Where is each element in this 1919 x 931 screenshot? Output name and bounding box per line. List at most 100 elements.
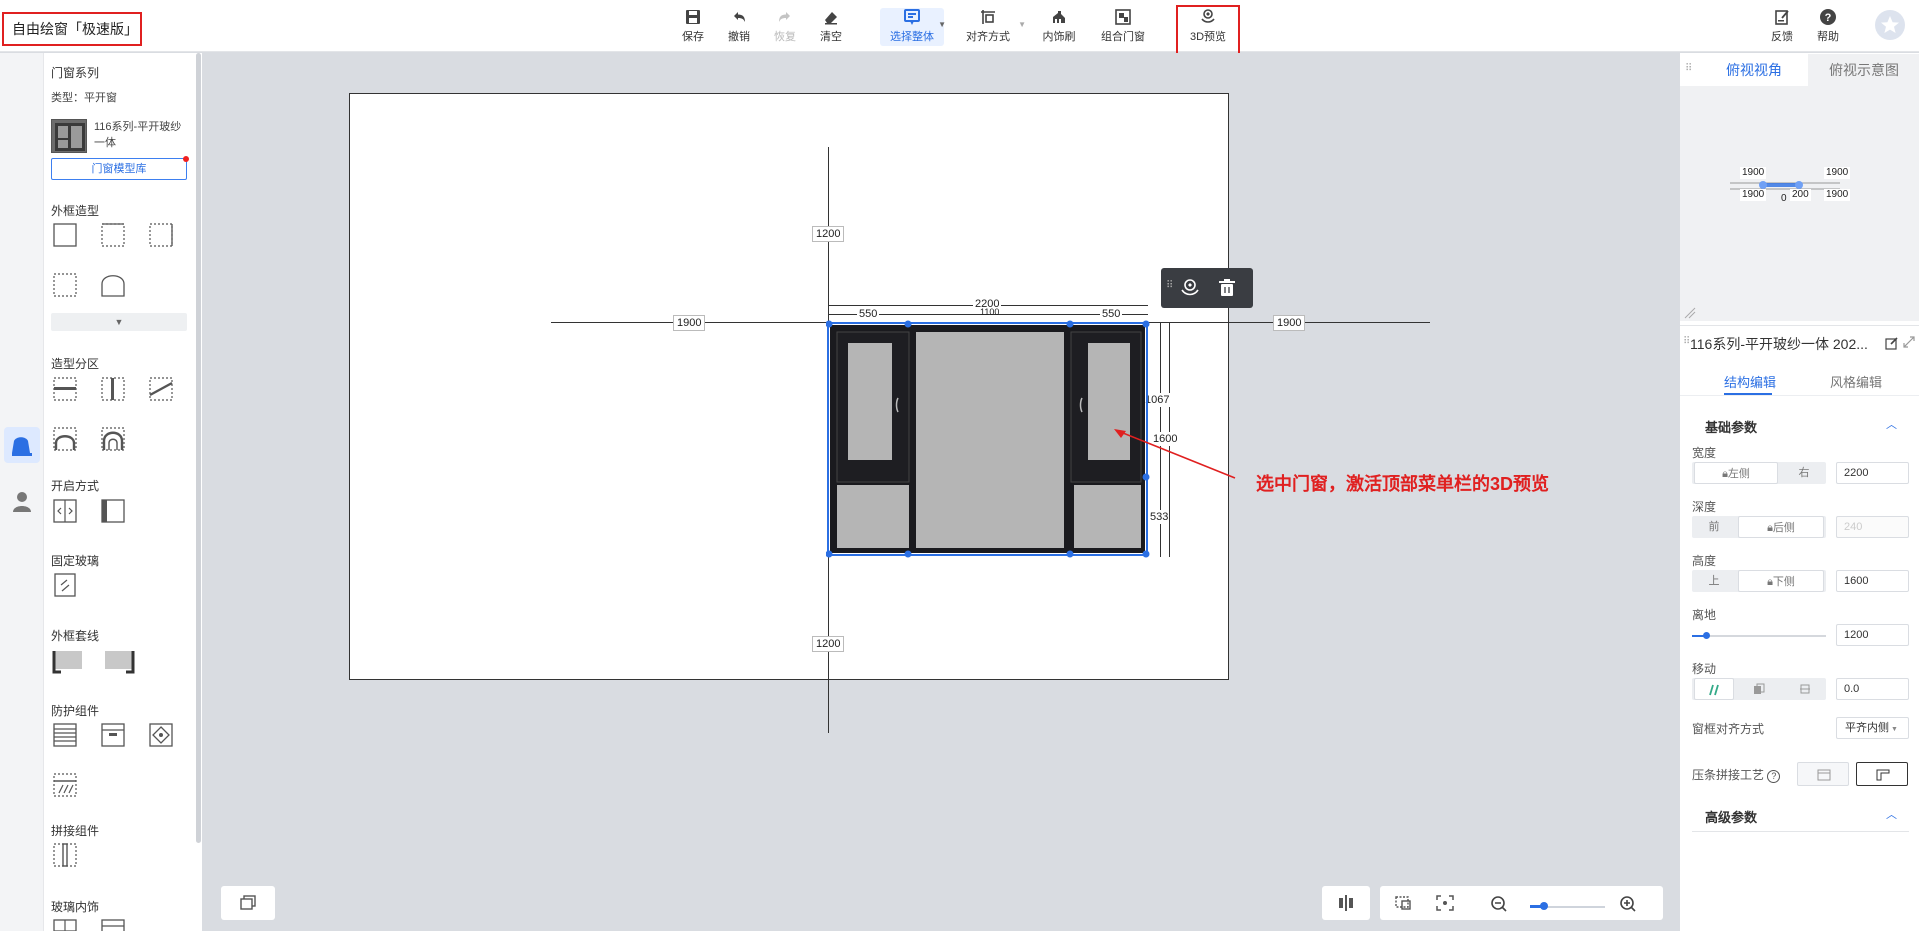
bead-craft-option-b[interactable] bbox=[1856, 762, 1908, 786]
move-mode-toggle[interactable] bbox=[1692, 678, 1826, 700]
frame-align-select[interactable]: 平齐内侧 ▼ bbox=[1836, 717, 1909, 739]
chevron-up-icon[interactable]: ︿ bbox=[1886, 416, 1897, 432]
user-tab[interactable] bbox=[8, 488, 36, 516]
trim-left-icon[interactable] bbox=[51, 647, 85, 675]
float-3d-icon[interactable] bbox=[1179, 277, 1201, 299]
rect-frame-right-icon[interactable] bbox=[147, 221, 175, 249]
expand-icon[interactable] bbox=[1903, 336, 1915, 348]
dim-bottom-height[interactable]: 1200 bbox=[812, 636, 845, 652]
avatar[interactable] bbox=[1875, 10, 1905, 40]
dim-right-sash[interactable]: 550 bbox=[1100, 307, 1123, 321]
diagonal-split-icon[interactable] bbox=[147, 375, 175, 403]
chevron-down-icon[interactable]: ▼ bbox=[1018, 20, 1026, 29]
bead-craft-option-a[interactable] bbox=[1797, 762, 1849, 786]
grid-deco-icon[interactable] bbox=[51, 917, 79, 931]
save-button[interactable]: 保存 bbox=[670, 8, 716, 46]
depth-input[interactable]: 240 bbox=[1836, 516, 1909, 538]
elevation-slider[interactable] bbox=[1692, 635, 1826, 637]
tab-style-edit[interactable]: 风格编辑 bbox=[1830, 372, 1882, 391]
dim-left-width[interactable]: 1900 bbox=[673, 315, 706, 331]
width-anchor-right[interactable]: 右 bbox=[1782, 462, 1826, 484]
tab-top-diagram[interactable]: 俯视示意图 bbox=[1810, 54, 1918, 86]
drag-handle-icon[interactable]: ⠿ bbox=[1166, 280, 1173, 291]
top-view-minimap[interactable]: 1900 1900 1900 200 1900 0 bbox=[1680, 86, 1919, 321]
arch-frame-icon[interactable] bbox=[99, 271, 127, 299]
help-button[interactable]: ? 帮助 bbox=[1808, 8, 1848, 46]
move-input[interactable]: 0.0 bbox=[1836, 678, 1909, 700]
sliding-open-icon[interactable] bbox=[51, 497, 79, 525]
model-library-button[interactable]: 门窗模型库 bbox=[51, 158, 187, 180]
chevron-up-icon[interactable]: ︿ bbox=[1886, 806, 1897, 822]
edit-icon[interactable] bbox=[1885, 336, 1899, 350]
rect-frame-dashed-icon[interactable] bbox=[99, 221, 127, 249]
trim-right-icon[interactable] bbox=[102, 647, 136, 675]
vertical-split-icon[interactable] bbox=[99, 375, 127, 403]
layers-button[interactable] bbox=[221, 886, 275, 920]
zoom-in-icon[interactable] bbox=[1619, 895, 1637, 913]
left-lower-glass[interactable] bbox=[837, 485, 909, 548]
star-icon bbox=[1881, 16, 1899, 33]
expand-shapes-button[interactable]: ▼ bbox=[51, 313, 187, 331]
width-anchor-toggle[interactable]: 🔒︎左侧 右 bbox=[1692, 462, 1826, 484]
undo-button[interactable]: 撤销 bbox=[716, 8, 762, 46]
move-copy-option[interactable] bbox=[1738, 678, 1780, 700]
advanced-params-title[interactable]: 高级参数 bbox=[1705, 807, 1757, 826]
splice-icon[interactable] bbox=[51, 841, 79, 869]
dim-top-height[interactable]: 1200 bbox=[812, 226, 845, 242]
depth-anchor-front[interactable]: 前 bbox=[1694, 516, 1734, 538]
rect-frame-icon[interactable] bbox=[51, 221, 79, 249]
drag-handle-icon[interactable]: ⠿ bbox=[1685, 63, 1692, 74]
width-input[interactable]: 2200 bbox=[1836, 462, 1909, 484]
info-icon[interactable]: ? bbox=[1767, 770, 1781, 783]
fit-selection-icon[interactable] bbox=[1394, 894, 1414, 912]
clear-button[interactable]: 清空 bbox=[808, 8, 854, 46]
preview3d-button[interactable]: 3D预览 bbox=[1180, 8, 1236, 46]
feedback-button[interactable]: 反馈 bbox=[1762, 8, 1802, 46]
rect-frame-open-icon[interactable] bbox=[51, 271, 79, 299]
move-rotate-option[interactable] bbox=[1784, 678, 1826, 700]
height-anchor-up[interactable]: 上 bbox=[1694, 570, 1734, 592]
right-lower-glass[interactable] bbox=[1074, 485, 1141, 548]
redo-button[interactable]: 恢复 bbox=[762, 8, 808, 46]
casement-open-icon[interactable] bbox=[99, 497, 127, 525]
panel-scrollbar[interactable] bbox=[196, 53, 201, 843]
mirror-button[interactable] bbox=[1322, 886, 1370, 920]
height-anchor-toggle[interactable]: 上 🔒︎下侧 bbox=[1692, 570, 1826, 592]
dim-left-sash[interactable]: 550 bbox=[857, 307, 880, 321]
arch-split-icon[interactable] bbox=[51, 425, 79, 453]
resize-handle-icon[interactable] bbox=[1684, 307, 1696, 319]
horizontal-split-icon[interactable] bbox=[51, 375, 79, 403]
elevation-input[interactable]: 1200 bbox=[1836, 624, 1909, 646]
zoom-out-icon[interactable] bbox=[1490, 895, 1508, 913]
align-button[interactable]: 对齐方式 ▼ bbox=[960, 8, 1026, 46]
dim-right-width[interactable]: 1900 bbox=[1273, 315, 1306, 331]
height-input[interactable]: 1600 bbox=[1836, 570, 1909, 592]
double-arch-split-icon[interactable] bbox=[99, 425, 127, 453]
trash-icon[interactable] bbox=[1217, 278, 1237, 298]
depth-anchor-toggle[interactable]: 前 🔒︎后侧 bbox=[1692, 516, 1826, 538]
center-fixed-glass[interactable] bbox=[916, 332, 1064, 548]
dim-lower-height[interactable]: 533 bbox=[1149, 510, 1170, 524]
chevron-down-icon[interactable]: ▼ bbox=[938, 20, 946, 29]
window-mode-tab[interactable] bbox=[4, 427, 40, 463]
fixed-glass-icon[interactable] bbox=[51, 571, 79, 599]
guard-panel-icon[interactable] bbox=[99, 721, 127, 749]
guard-diamond-icon[interactable] bbox=[147, 721, 175, 749]
tab-top-view[interactable]: 俯视视角 bbox=[1700, 54, 1808, 86]
move-free-option[interactable] bbox=[1694, 678, 1734, 700]
select-all-button[interactable]: 选择整体 ▼ bbox=[880, 8, 946, 46]
bar-deco-icon[interactable] bbox=[99, 917, 127, 931]
guard-bars-icon[interactable] bbox=[51, 721, 79, 749]
guard-hatch-icon[interactable] bbox=[51, 771, 79, 799]
basic-params-title[interactable]: 基础参数 bbox=[1705, 417, 1757, 436]
width-anchor-left[interactable]: 🔒︎左侧 bbox=[1694, 462, 1778, 484]
inner-trim-button[interactable]: 内饰刷 bbox=[1036, 8, 1082, 46]
height-anchor-down[interactable]: 🔒︎下侧 bbox=[1738, 570, 1824, 592]
window-drawing[interactable] bbox=[826, 320, 1152, 560]
elevation-slider-knob[interactable] bbox=[1703, 632, 1710, 639]
zoom-slider-knob[interactable] bbox=[1540, 902, 1548, 910]
combo-window-button[interactable]: 组合门窗 bbox=[1096, 8, 1150, 46]
tab-structure-edit[interactable]: 结构编辑 bbox=[1724, 372, 1776, 391]
depth-anchor-back[interactable]: 🔒︎后侧 bbox=[1738, 516, 1824, 538]
fit-screen-icon[interactable] bbox=[1435, 894, 1455, 912]
